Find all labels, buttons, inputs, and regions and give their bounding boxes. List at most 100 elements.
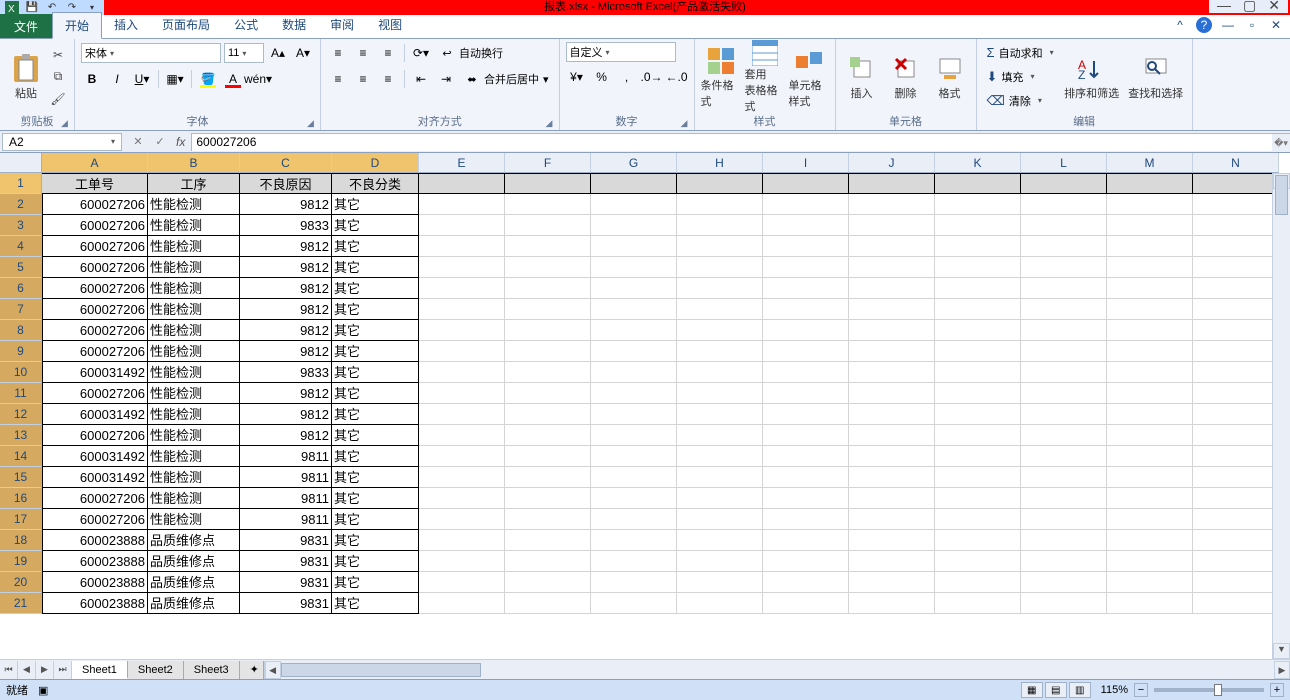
cell[interactable]: 不良分类 bbox=[332, 173, 419, 194]
cell[interactable] bbox=[763, 320, 849, 341]
cell[interactable] bbox=[505, 467, 591, 488]
cell[interactable]: 其它 bbox=[332, 194, 419, 215]
scroll-thumb[interactable] bbox=[1275, 175, 1288, 215]
cell[interactable] bbox=[763, 509, 849, 530]
cell[interactable]: 不良原因 bbox=[240, 173, 332, 194]
cell[interactable] bbox=[849, 320, 935, 341]
cell[interactable] bbox=[677, 320, 763, 341]
minimize-icon[interactable]: — bbox=[1217, 0, 1231, 13]
cell[interactable] bbox=[763, 488, 849, 509]
cell[interactable] bbox=[505, 215, 591, 236]
cell[interactable]: 9812 bbox=[240, 299, 332, 320]
cell[interactable] bbox=[935, 320, 1021, 341]
cell[interactable] bbox=[591, 383, 677, 404]
cell[interactable] bbox=[677, 299, 763, 320]
cell[interactable] bbox=[419, 299, 505, 320]
orientation-icon[interactable]: ⟳▾ bbox=[410, 42, 432, 64]
normal-view-icon[interactable]: ▦ bbox=[1021, 682, 1043, 698]
cell[interactable] bbox=[505, 194, 591, 215]
cell[interactable]: 品质维修点 bbox=[148, 530, 240, 551]
cell[interactable] bbox=[849, 194, 935, 215]
cell[interactable] bbox=[1107, 383, 1193, 404]
cell[interactable] bbox=[763, 404, 849, 425]
cell[interactable]: 9812 bbox=[240, 236, 332, 257]
cell[interactable] bbox=[1107, 194, 1193, 215]
new-sheet-icon[interactable]: ✦ bbox=[240, 661, 264, 679]
cell[interactable]: 9811 bbox=[240, 467, 332, 488]
name-box[interactable]: A2▾ bbox=[2, 133, 122, 151]
sort-filter-button[interactable]: AZ排序和筛选 bbox=[1062, 44, 1122, 110]
first-sheet-icon[interactable]: ⏮ bbox=[0, 661, 18, 679]
cell[interactable]: 其它 bbox=[332, 299, 419, 320]
column-header[interactable]: L bbox=[1021, 153, 1107, 173]
cell[interactable] bbox=[505, 341, 591, 362]
cell[interactable] bbox=[763, 341, 849, 362]
cell[interactable] bbox=[849, 404, 935, 425]
cell[interactable] bbox=[849, 593, 935, 614]
font-size-combo[interactable]: 11▾ bbox=[224, 43, 264, 63]
cell[interactable] bbox=[591, 509, 677, 530]
cell[interactable] bbox=[505, 551, 591, 572]
cell[interactable] bbox=[935, 341, 1021, 362]
minimize-ribbon-icon[interactable]: ^ bbox=[1172, 17, 1188, 33]
cell[interactable] bbox=[591, 551, 677, 572]
cell[interactable]: 9831 bbox=[240, 530, 332, 551]
cell[interactable] bbox=[1193, 278, 1279, 299]
cell[interactable]: 性能检测 bbox=[148, 509, 240, 530]
column-header[interactable]: E bbox=[419, 153, 505, 173]
cell[interactable] bbox=[505, 278, 591, 299]
scroll-down-icon[interactable]: ▼ bbox=[1273, 643, 1290, 659]
row-header[interactable]: 16 bbox=[0, 488, 42, 509]
cell[interactable] bbox=[763, 572, 849, 593]
cell[interactable] bbox=[505, 236, 591, 257]
row-header[interactable]: 1 bbox=[0, 173, 42, 194]
cell[interactable]: 性能检测 bbox=[148, 362, 240, 383]
cell[interactable] bbox=[1107, 278, 1193, 299]
cell[interactable]: 其它 bbox=[332, 425, 419, 446]
cell[interactable] bbox=[935, 572, 1021, 593]
cell[interactable] bbox=[591, 572, 677, 593]
cell[interactable] bbox=[1193, 299, 1279, 320]
cell[interactable]: 600031492 bbox=[42, 446, 148, 467]
cell[interactable] bbox=[849, 551, 935, 572]
cell[interactable] bbox=[677, 593, 763, 614]
cell[interactable]: 性能检测 bbox=[148, 341, 240, 362]
cell[interactable]: 品质维修点 bbox=[148, 572, 240, 593]
cell[interactable] bbox=[935, 467, 1021, 488]
cell[interactable]: 9812 bbox=[240, 257, 332, 278]
border-icon[interactable]: ▦▾ bbox=[164, 68, 186, 90]
shrink-font-icon[interactable]: A▾ bbox=[292, 42, 314, 64]
cell[interactable] bbox=[677, 341, 763, 362]
file-tab[interactable]: 文件 bbox=[0, 14, 52, 38]
cell[interactable] bbox=[419, 446, 505, 467]
ribbon-tab-插入[interactable]: 插入 bbox=[102, 12, 150, 38]
dialog-launcher-icon[interactable]: ◢ bbox=[681, 118, 691, 128]
cell[interactable]: 工单号 bbox=[42, 173, 148, 194]
cell[interactable] bbox=[763, 194, 849, 215]
conditional-format-button[interactable]: 条件格式 bbox=[701, 44, 741, 110]
cell[interactable] bbox=[591, 320, 677, 341]
cell[interactable] bbox=[677, 257, 763, 278]
cell[interactable] bbox=[1021, 362, 1107, 383]
cell[interactable] bbox=[763, 236, 849, 257]
cell[interactable] bbox=[591, 278, 677, 299]
cell[interactable] bbox=[1107, 257, 1193, 278]
column-header[interactable]: F bbox=[505, 153, 591, 173]
cell[interactable] bbox=[591, 362, 677, 383]
cell[interactable] bbox=[849, 467, 935, 488]
dialog-launcher-icon[interactable]: ◢ bbox=[61, 118, 71, 128]
number-format-combo[interactable]: 自定义▾ bbox=[566, 42, 676, 62]
cell[interactable] bbox=[419, 236, 505, 257]
wrap-text-button[interactable]: ↩自动换行 bbox=[435, 42, 507, 64]
cell[interactable] bbox=[677, 362, 763, 383]
cell[interactable]: 品质维修点 bbox=[148, 593, 240, 614]
zoom-in-icon[interactable]: + bbox=[1270, 683, 1284, 697]
cell[interactable] bbox=[849, 299, 935, 320]
select-all-corner[interactable] bbox=[0, 153, 42, 173]
fill-button[interactable]: ⬇填充 bbox=[983, 66, 1039, 87]
insert-cells-button[interactable]: 插入 bbox=[842, 44, 882, 110]
cell[interactable] bbox=[1021, 425, 1107, 446]
column-header[interactable]: M bbox=[1107, 153, 1193, 173]
cell[interactable]: 600023888 bbox=[42, 551, 148, 572]
cell[interactable] bbox=[419, 341, 505, 362]
